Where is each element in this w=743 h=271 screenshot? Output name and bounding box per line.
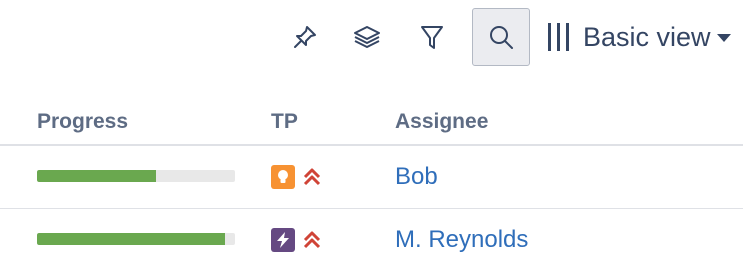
view-label: Basic view [583, 21, 711, 52]
lightning-icon [271, 228, 295, 252]
chevron-down-icon [716, 34, 731, 42]
type-priority-cell [271, 165, 321, 189]
layers-button[interactable] [338, 8, 396, 66]
column-header-progress[interactable]: Progress [37, 110, 128, 134]
progress-bar [37, 233, 235, 245]
lightbulb-icon [271, 165, 295, 189]
filter-button[interactable] [403, 8, 461, 66]
highest-priority-icon [303, 230, 321, 250]
table-row[interactable]: M. Reynolds [0, 209, 743, 271]
assignee-link[interactable]: Bob [395, 163, 438, 191]
table-header: Progress TP Assignee [0, 104, 743, 146]
table-row[interactable]: Bob [0, 146, 743, 209]
progress-fill [37, 233, 226, 245]
filter-icon [421, 26, 443, 49]
issues-table: Progress TP Assignee Bob M. Reynolds [0, 104, 743, 271]
pin-icon [294, 26, 316, 48]
progress-bar [37, 170, 235, 182]
search-button[interactable] [472, 8, 530, 66]
columns-icon [548, 23, 569, 51]
view-switcher[interactable]: Basic view [548, 8, 731, 66]
column-header-assignee[interactable]: Assignee [395, 110, 488, 134]
highest-priority-icon [303, 167, 321, 187]
type-priority-cell [271, 228, 321, 252]
assignee-link[interactable]: M. Reynolds [395, 226, 528, 254]
column-header-tp[interactable]: TP [271, 110, 298, 134]
pin-button[interactable] [276, 8, 334, 66]
progress-fill [37, 170, 156, 182]
toolbar: Basic view [0, 8, 743, 66]
layers-icon [354, 26, 380, 48]
search-icon [490, 26, 513, 49]
